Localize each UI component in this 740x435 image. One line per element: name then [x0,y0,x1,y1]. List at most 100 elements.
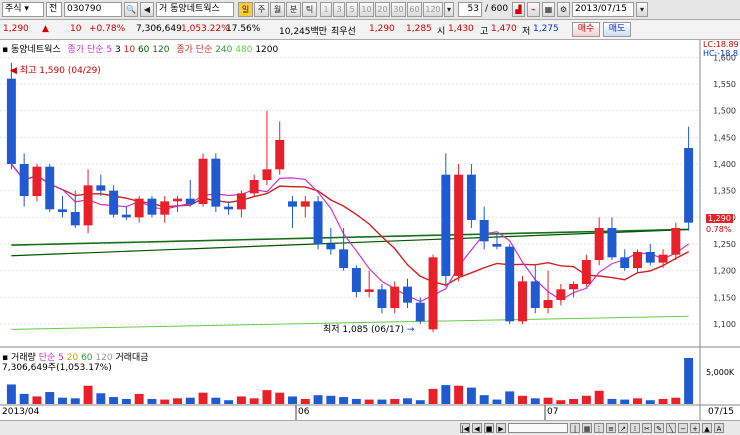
count-total: / 600 [485,4,509,14]
volume-bar [326,395,336,404]
candle-body [441,174,451,276]
tab-day[interactable]: 일 [238,2,253,17]
tab-minute[interactable]: 분 [286,2,301,17]
current-pct-tag: 0.78% [706,225,732,234]
legend-ma-480: 480 [235,45,253,55]
candle-body [466,174,476,220]
candle-body [300,201,310,207]
bars-icon[interactable]: ⋮ [594,423,604,433]
tab-tick[interactable]: 틱 [302,2,317,17]
volume-bar [185,397,195,404]
y-tick-label: 1,500 [713,107,736,116]
volume-amount-label: 거래대금 [115,353,149,363]
candle-body [249,180,259,194]
best-quote-label: 최우선 [331,27,356,37]
volume-bar [454,385,464,404]
volume-value: 7,306,649 [136,24,182,34]
high-annotation-text: 최고 1,590 (04/29) [19,66,101,76]
tab-month[interactable]: 월 [270,2,285,17]
candle-body [415,302,425,322]
volume-bar [313,395,323,404]
volume-value-label: 7,306,649주(1,053.17%) [2,363,112,373]
low-annotation: 최저 1,085 (06/17) → [323,322,414,335]
speaker-icon[interactable]: ◀ [140,2,154,17]
volume-bar [160,399,170,404]
prev-select[interactable]: 전 [46,2,62,17]
settings-icon[interactable]: ⚙ [557,2,570,17]
volume-bar [441,385,451,404]
candle-body [109,190,119,215]
plus-icon[interactable]: + [690,423,700,433]
candle-body [492,244,502,247]
volume-bar [466,387,476,404]
volume-bar [581,395,591,404]
more-minutes-icon[interactable]: ▾ [444,2,454,17]
stock-name: 동양네트웍스 [170,4,220,14]
minute-3[interactable]: 3 [333,2,345,17]
scroll-prev-icon[interactable]: ◀ [472,423,482,433]
toolbar-row-1: 주식 ▾ 전 030790 🔍 ◀ 거 동양네트웍스 일 주 월 분 틱 1 3… [0,0,740,20]
minute-60[interactable]: 60 [407,2,422,17]
date-input[interactable]: 2013/07/15 [572,2,634,17]
minute-5[interactable]: 5 [346,2,358,17]
code-input[interactable]: 030790 [64,2,122,17]
arrow-icon[interactable]: ↗ [618,423,628,433]
market-select[interactable]: 주식 ▾ [2,2,44,17]
font-icon[interactable]: A [714,423,724,433]
legend-stock-name: 동양네트웍스 [10,45,61,55]
diagonal-icon[interactable]: ╲ [666,423,676,433]
candle-body [594,228,604,260]
candle-body [543,300,553,308]
candle-body [684,148,694,223]
dots-icon[interactable]: ⁞ [630,423,640,433]
y-tick-label: 1,150 [713,293,736,302]
legend-ma-120: 120 [152,45,170,55]
candle-body [326,244,336,250]
minute-30[interactable]: 30 [391,2,406,17]
grid-icon[interactable]: ▦ [582,423,592,433]
candle-body [428,257,438,330]
zoom-out-icon[interactable]: | [570,423,580,433]
search-icon[interactable]: 🔍 [124,2,138,17]
scroll-next-icon[interactable]: ▶ [496,423,506,433]
trade-amount: 10,245백만 [279,27,328,37]
scroll-track[interactable] [508,423,568,433]
count-input[interactable]: 53 [458,2,482,17]
candle-body [581,260,591,284]
minus-icon[interactable]: − [678,423,688,433]
buy-button[interactable]: 매수 [572,22,600,37]
stock-name-field[interactable]: 거 동양네트웍스 [156,2,234,17]
minute-10[interactable]: 10 [359,2,374,17]
calendar-icon[interactable]: ▾ [636,2,648,17]
candle-body [121,214,131,218]
sell-button[interactable]: 매도 [603,22,631,37]
minute-1[interactable]: 1 [320,2,332,17]
legend-ma-prefix: 종가 단순 [67,45,104,55]
volume-bar [543,397,553,404]
pattern-icon[interactable]: ▦ [542,2,555,17]
price-chart[interactable]: 1,1001,1501,2001,2501,3001,3501,4001,450… [0,40,740,435]
volume-bar [58,397,67,404]
y-tick-label: 1,250 [713,240,736,249]
line-chart-icon[interactable]: ⌁ [527,2,540,17]
stop-icon[interactable]: ■ [484,423,494,433]
chart-icon[interactable]: ▟ [512,2,525,17]
volume-bar [249,398,259,404]
tab-week[interactable]: 주 [254,2,269,17]
open-label: 시 [437,27,446,37]
candle-body [288,201,297,207]
list-icon[interactable]: ≡ [606,423,616,433]
up-icon[interactable]: ▲ [702,423,712,433]
open-price: 1,430 [448,24,474,34]
legend-toggle-icon[interactable]: ▪ [2,45,8,55]
y-tick-label: 1,100 [713,320,736,329]
date-start: 2013/04 [2,407,40,417]
candle-body [518,281,527,322]
scroll-first-icon[interactable]: |◀ [460,423,470,433]
minute-20[interactable]: 20 [375,2,390,17]
pen-icon[interactable]: ✎ [654,423,664,433]
minute-120[interactable]: 120 [423,2,443,17]
scissor-icon[interactable]: ✂ [642,423,652,433]
high-annotation: ◀ 최고 1,590 (04/29) [10,66,101,76]
bid-price: 1,290 [369,24,395,34]
